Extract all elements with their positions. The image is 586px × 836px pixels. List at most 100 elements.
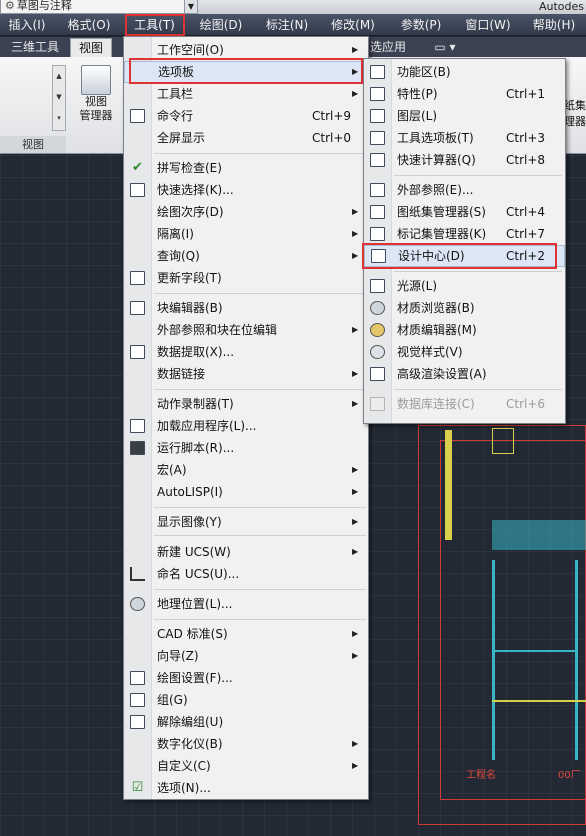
menu-draw[interactable]: 绘图(D): [192, 14, 250, 36]
quick-select-icon: [130, 183, 145, 197]
menu-item-spell-check[interactable]: ✔ 拼写检查(E): [124, 157, 368, 179]
globe-icon: [130, 597, 145, 611]
render-settings-icon: [370, 367, 385, 381]
submenu-item-advanced-render[interactable]: 高级渲染设置(A): [364, 363, 565, 385]
menu-dimension[interactable]: 标注(N): [258, 14, 316, 36]
menu-item-drafting-settings[interactable]: 绘图设置(F)...: [124, 667, 368, 689]
submenu-item-sheet-set-manager[interactable]: 图纸集管理器(S) Ctrl+4: [364, 201, 565, 223]
app-title: Autodes: [538, 0, 584, 13]
submenu-arrow-icon: ▶: [352, 229, 359, 238]
menu-window[interactable]: 窗口(W): [457, 14, 519, 36]
tab-view[interactable]: 视图: [70, 38, 112, 57]
ribbon-group-label: 视图: [0, 136, 66, 153]
menu-parameters[interactable]: 参数(P): [392, 14, 450, 36]
menu-item-display-image[interactable]: 显示图像(Y) ▶: [124, 511, 368, 533]
scroll-up-icon[interactable]: ▲: [53, 66, 65, 87]
submenu-item-quickcalc[interactable]: 快速计算器(Q) Ctrl+8: [364, 149, 565, 171]
palettes-highlight: [129, 58, 363, 84]
cad-baseline: [492, 700, 586, 702]
submenu-arrow-icon: ▶: [352, 517, 359, 526]
menu-item-ungroup[interactable]: 解除编组(U): [124, 711, 368, 733]
data-extraction-icon: [130, 345, 145, 359]
menu-item-toolbars[interactable]: 工具栏 ▶: [124, 83, 368, 105]
drafting-settings-icon: [130, 671, 145, 685]
menu-item-command-line[interactable]: 命令行 Ctrl+9: [124, 105, 368, 127]
submenu-item-properties[interactable]: 特性(P) Ctrl+1: [364, 83, 565, 105]
menu-item-load-application[interactable]: 加载应用程序(L)...: [124, 415, 368, 437]
menu-item-update-fields[interactable]: 更新字段(T): [124, 267, 368, 289]
menu-insert[interactable]: 插入(I): [2, 14, 52, 36]
menu-item-block-editor[interactable]: 块编辑器(B): [124, 297, 368, 319]
submenu-item-markup-set-manager[interactable]: 标记集管理器(K) Ctrl+7: [364, 223, 565, 245]
submenu-arrow-icon: ▶: [352, 629, 359, 638]
sheet-set-icon: [370, 205, 385, 219]
tools-menu-highlight: [125, 14, 185, 36]
menu-item-cad-standards[interactable]: CAD 标准(S) ▶: [124, 623, 368, 645]
submenu-arrow-icon: ▶: [352, 207, 359, 216]
submenu-arrow-icon: ▶: [352, 547, 359, 556]
scroll-more-icon[interactable]: ▾: [53, 108, 65, 129]
design-center-highlight: [362, 243, 557, 269]
scroll-down-icon[interactable]: ▼: [53, 87, 65, 108]
menu-item-new-ucs[interactable]: 新建 UCS(W) ▶: [124, 541, 368, 563]
submenu-item-xrefs[interactable]: 外部参照(E)...: [364, 179, 565, 201]
workspace-label: 草图与注释: [16, 0, 72, 12]
submenu-item-materials-editor[interactable]: 材质编辑器(M): [364, 319, 565, 341]
menu-item-fullscreen[interactable]: 全屏显示 Ctrl+0: [124, 127, 368, 149]
submenu-item-visual-styles[interactable]: 视觉样式(V): [364, 341, 565, 363]
menu-item-autolisp[interactable]: AutoLISP(I) ▶: [124, 481, 368, 503]
menu-bar: 插入(I) 格式(O) 工具(T) 绘图(D) 标注(N) 修改(M) 参数(P…: [0, 14, 586, 36]
load-application-icon: [130, 419, 145, 433]
menu-item-group[interactable]: 组(G): [124, 689, 368, 711]
menu-item-quick-select[interactable]: 快速选择(K)...: [124, 179, 368, 201]
sheet-set-label: 纸集: [564, 99, 586, 112]
layers-icon: [370, 109, 385, 123]
submenu-item-layers[interactable]: 图层(L): [364, 105, 565, 127]
menu-item-options[interactable]: ☑ 选项(N)...: [124, 777, 368, 799]
submenu-arrow-icon: ▶: [352, 251, 359, 260]
tab-options-icon[interactable]: ▭ ▾: [430, 38, 460, 57]
menu-item-tablet[interactable]: 数字化仪(B) ▶: [124, 733, 368, 755]
submenu-item-materials-browser[interactable]: 材质浏览器(B): [364, 297, 565, 319]
menu-item-isolate[interactable]: 隔离(I) ▶: [124, 223, 368, 245]
menu-help[interactable]: 帮助(H): [524, 14, 584, 36]
submenu-arrow-icon: ▶: [352, 761, 359, 770]
menu-item-action-recorder[interactable]: 动作录制器(T) ▶: [124, 393, 368, 415]
markup-set-icon: [370, 227, 385, 241]
menu-item-inquiry[interactable]: 查询(Q) ▶: [124, 245, 368, 267]
menu-format[interactable]: 格式(O): [60, 14, 118, 36]
cad-column: [445, 430, 452, 540]
menu-modify[interactable]: 修改(M): [324, 14, 382, 36]
menu-item-draw-order[interactable]: 绘图次序(D) ▶: [124, 201, 368, 223]
ribbon-scroll[interactable]: ▲ ▼ ▾: [52, 65, 66, 131]
submenu-arrow-icon: ▶: [352, 399, 359, 408]
calculator-icon: [370, 153, 385, 167]
lights-icon: [370, 279, 385, 293]
tab-apps[interactable]: 选应用: [368, 38, 408, 57]
menu-item-named-ucs[interactable]: 命名 UCS(U)...: [124, 563, 368, 585]
menu-item-wizards[interactable]: 向导(Z) ▶: [124, 645, 368, 667]
submenu-item-lights[interactable]: 光源(L): [364, 275, 565, 297]
command-line-icon: [130, 109, 145, 123]
visual-styles-icon: [370, 345, 385, 359]
view-manager-icon: [81, 65, 111, 95]
menu-item-xref-edit[interactable]: 外部参照和块在位编辑 ▶: [124, 319, 368, 341]
submenu-item-tool-palettes[interactable]: 工具选项板(T) Ctrl+3: [364, 127, 565, 149]
menu-item-data-extraction[interactable]: 数据提取(X)...: [124, 341, 368, 363]
database-connect-icon: [370, 397, 385, 411]
menu-item-customize[interactable]: 自定义(C) ▶: [124, 755, 368, 777]
cad-label-factory: 00厂: [558, 770, 581, 781]
submenu-item-ribbon[interactable]: 功能区(B): [364, 61, 565, 83]
cad-label-project: 工程名: [466, 770, 496, 781]
menu-item-macro[interactable]: 宏(A) ▶: [124, 459, 368, 481]
submenu-arrow-icon: ▶: [352, 89, 359, 98]
chevron-down-icon[interactable]: ▼: [184, 0, 197, 13]
menu-item-data-links[interactable]: 数据链接 ▶: [124, 363, 368, 385]
menu-item-geographic-location[interactable]: 地理位置(L)...: [124, 593, 368, 615]
view-manager-button[interactable]: 视图 管理器: [74, 65, 118, 135]
run-script-icon: [130, 441, 145, 455]
menu-item-run-script[interactable]: 运行脚本(R)...: [124, 437, 368, 459]
workspace-selector[interactable]: ⚙ 草图与注释 ▼: [0, 0, 198, 14]
tab-3d-tools[interactable]: 三维工具: [4, 38, 66, 57]
cad-hatch: [492, 520, 586, 550]
